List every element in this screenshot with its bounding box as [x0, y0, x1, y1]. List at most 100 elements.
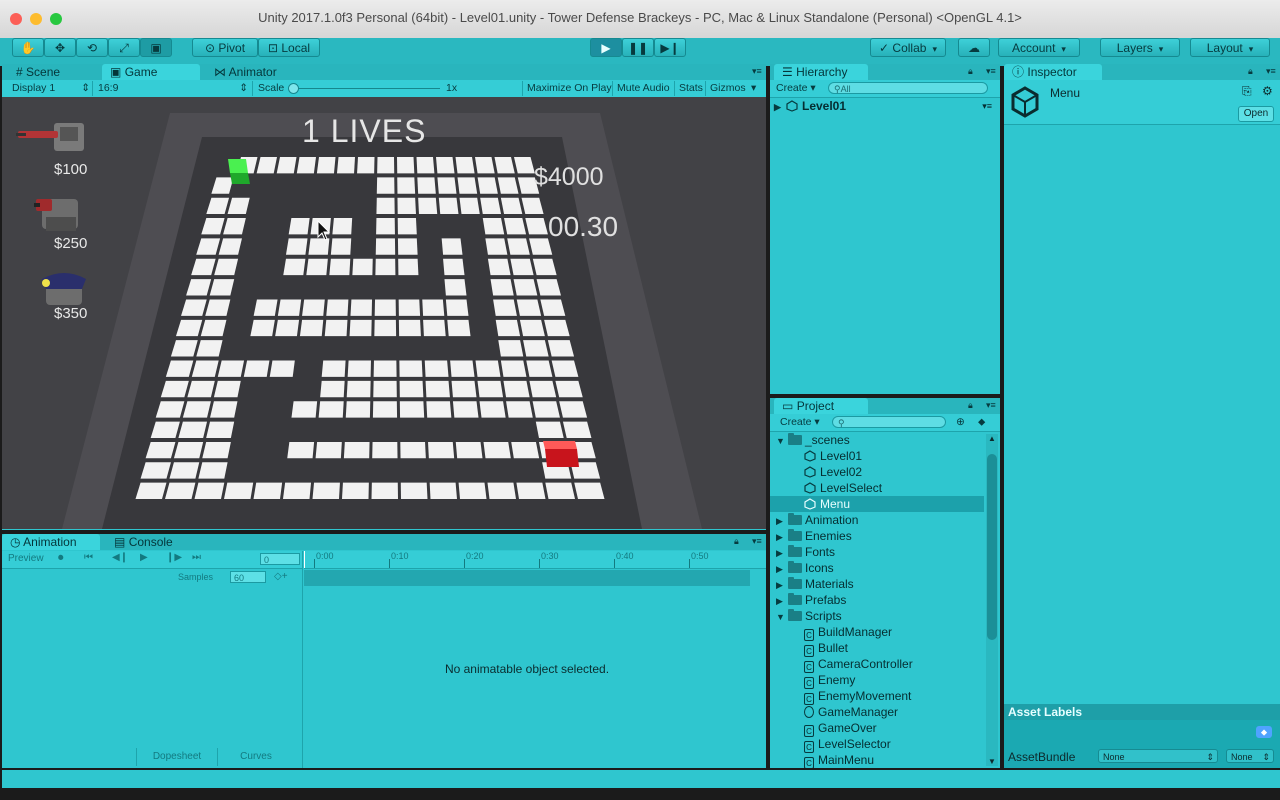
rect-tool-button[interactable]: ▣ — [140, 38, 172, 57]
board-tile[interactable] — [535, 421, 564, 438]
board-tile[interactable] — [547, 340, 575, 357]
board-tile[interactable] — [371, 482, 399, 499]
board-tile[interactable] — [504, 218, 527, 235]
board-tile[interactable] — [357, 157, 375, 174]
board-tile[interactable] — [559, 401, 588, 418]
board-tile[interactable] — [375, 238, 396, 255]
project-scrollbar-thumb[interactable] — [987, 454, 997, 640]
collab-dropdown[interactable]: ✓ Collab — [870, 38, 946, 57]
board-tile[interactable] — [373, 380, 397, 398]
record-icon[interactable]: ⏺ — [58, 552, 64, 565]
assetbundle-select[interactable]: None ⇕ — [1098, 749, 1218, 763]
board-tile[interactable] — [397, 218, 417, 235]
scroll-down-icon[interactable]: ▼ — [988, 757, 996, 766]
board-tile[interactable] — [519, 319, 545, 337]
board-tile[interactable] — [399, 401, 425, 418]
frame-input[interactable]: 0 — [260, 553, 300, 565]
board-tile[interactable] — [377, 157, 395, 174]
expand-arrow-icon[interactable]: ▶ — [776, 513, 788, 529]
pivot-toggle[interactable]: ⊙ Pivot — [192, 38, 258, 57]
board-tile[interactable] — [224, 482, 254, 499]
panel-menu-icon[interactable]: ▾≡ — [752, 67, 762, 76]
board-tile[interactable] — [516, 299, 542, 316]
mute-audio-toggle[interactable]: Mute Audio — [617, 80, 670, 97]
scale-tool-button[interactable]: ⤢ — [108, 38, 140, 57]
board-tile[interactable] — [398, 299, 421, 316]
board-tile[interactable] — [516, 482, 546, 499]
shop-item-standard-turret[interactable]: $100 — [14, 119, 94, 183]
board-tile[interactable] — [329, 258, 351, 276]
board-tile[interactable] — [495, 319, 521, 337]
help-icon[interactable]: ⎘ — [1242, 84, 1252, 99]
board-tile[interactable] — [299, 319, 324, 337]
board-tile[interactable] — [200, 319, 227, 337]
expand-arrow-icon[interactable]: ▶ — [776, 529, 788, 545]
panel-menu-icon[interactable]: ▾≡ — [986, 401, 996, 410]
board-tile[interactable] — [320, 380, 345, 398]
board-tile[interactable] — [511, 441, 540, 459]
expand-arrow-icon[interactable]: ▶ — [774, 99, 786, 115]
anim-play-icon[interactable]: ▶ — [140, 552, 148, 563]
stats-toggle[interactable]: Stats — [679, 80, 703, 97]
panel-menu-icon[interactable]: ▾≡ — [752, 537, 762, 546]
board-tile[interactable] — [510, 258, 534, 276]
samples-input[interactable]: 60 — [230, 571, 266, 583]
board-tile[interactable] — [455, 157, 475, 174]
project-item[interactable]: LevelSelect — [770, 480, 984, 496]
board-tile[interactable] — [187, 380, 215, 398]
project-item[interactable]: ▼ _scenes — [770, 432, 984, 448]
board-tile[interactable] — [477, 177, 498, 194]
board-tile[interactable] — [165, 482, 196, 499]
board-tile[interactable] — [372, 401, 398, 418]
board-tile[interactable] — [443, 258, 465, 276]
board-tile[interactable] — [418, 197, 438, 215]
lock-icon[interactable]: 🔒︎ — [734, 537, 744, 546]
board-tile[interactable] — [475, 157, 495, 174]
tab-scene[interactable]: # Scene — [8, 64, 68, 80]
board-tile[interactable] — [523, 340, 549, 357]
tag-icon[interactable]: ⬥ — [1256, 726, 1272, 738]
board-tile[interactable] — [503, 380, 530, 398]
board-tile[interactable] — [490, 279, 514, 296]
gizmos-dropdown[interactable]: Gizmos — [710, 80, 746, 97]
project-item[interactable]: C LevelSelector — [770, 736, 984, 753]
board-tile[interactable] — [287, 441, 315, 459]
board-tile[interactable] — [135, 482, 167, 499]
expand-arrow-icon[interactable]: ▶ — [776, 561, 788, 577]
board-tile[interactable] — [206, 421, 235, 438]
project-item[interactable]: C GameOver — [770, 720, 984, 737]
project-item[interactable]: C MainMenu — [770, 752, 984, 768]
shop-item-missile-launcher[interactable]: $250 — [24, 191, 104, 255]
board-tile[interactable] — [399, 360, 423, 377]
board-tile[interactable] — [332, 218, 353, 235]
filter-by-label-icon[interactable]: ⬥ — [978, 414, 985, 431]
prev-key-icon[interactable]: ◀❙ — [112, 552, 128, 563]
timeline-ruler[interactable]: 0:00 0:10 0:20 0:30 0:40 0:50 — [304, 551, 766, 569]
project-item[interactable]: C BuildManager — [770, 624, 984, 641]
board-tile[interactable] — [217, 360, 245, 377]
board-tile[interactable] — [342, 482, 369, 499]
first-key-icon[interactable]: ⏮ — [84, 552, 93, 563]
board-tile[interactable] — [191, 360, 219, 377]
board-tile[interactable] — [213, 380, 241, 398]
board-tile[interactable] — [574, 482, 605, 499]
board-tile[interactable] — [500, 360, 527, 377]
board-tile[interactable] — [345, 401, 371, 418]
board-tile[interactable] — [283, 258, 306, 276]
board-tile[interactable] — [312, 482, 340, 499]
playhead[interactable] — [304, 551, 305, 568]
play-button[interactable]: ▶ — [590, 38, 622, 57]
tab-animator[interactable]: ⋈ Animator — [206, 64, 285, 80]
account-dropdown[interactable]: Account — [998, 38, 1080, 57]
board-tile[interactable] — [376, 197, 395, 215]
lock-icon[interactable]: 🔒︎ — [968, 401, 978, 410]
board-tile[interactable] — [480, 197, 502, 215]
board-tile[interactable] — [483, 441, 511, 459]
scroll-up-icon[interactable]: ▲ — [988, 434, 996, 443]
hierarchy-scene-root[interactable]: ▶ Level01 ▾≡ — [774, 98, 996, 114]
board-tile[interactable] — [487, 482, 517, 499]
board-tile[interactable] — [346, 380, 371, 398]
board-tile[interactable] — [372, 441, 398, 459]
game-viewport[interactable]: 1 LIVES $4000 00.30 $100 $250 $350 — [2, 97, 766, 529]
tab-game[interactable]: ▣ Game — [102, 64, 200, 80]
